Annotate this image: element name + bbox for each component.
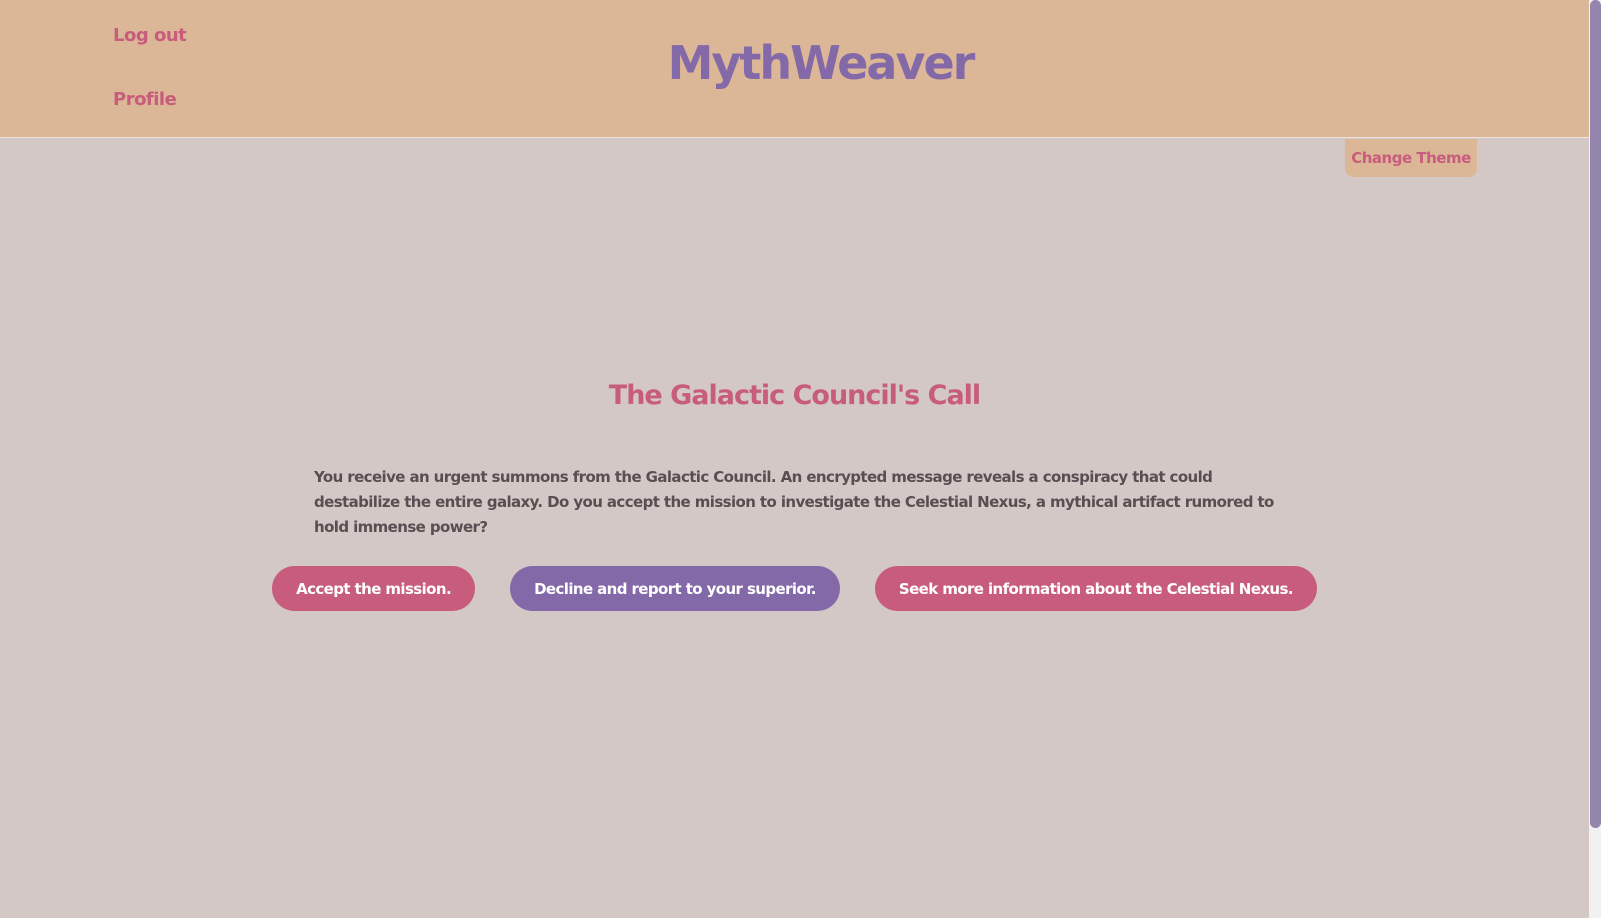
choice-decline-button[interactable]: Decline and report to your superior. — [510, 566, 840, 611]
site-header: Log out Profile MythWeaver — [0, 0, 1589, 138]
page: Log out Profile MythWeaver Change Theme … — [0, 0, 1589, 918]
profile-link[interactable]: Profile — [113, 89, 177, 110]
story-text: You receive an urgent summons from the G… — [314, 468, 1274, 536]
choice-seek-info-button[interactable]: Seek more information about the Celestia… — [874, 566, 1317, 611]
brand-logo[interactable]: MythWeaver — [0, 36, 1589, 90]
change-theme-button[interactable]: Change Theme — [1345, 139, 1477, 177]
choice-accept-button[interactable]: Accept the mission. — [272, 566, 476, 611]
choice-list: Accept the mission. Decline and report t… — [0, 566, 1589, 611]
vertical-scrollbar[interactable] — [1589, 0, 1601, 918]
story-title: The Galactic Council's Call — [608, 380, 981, 411]
scrollbar-thumb[interactable] — [1590, 0, 1601, 828]
